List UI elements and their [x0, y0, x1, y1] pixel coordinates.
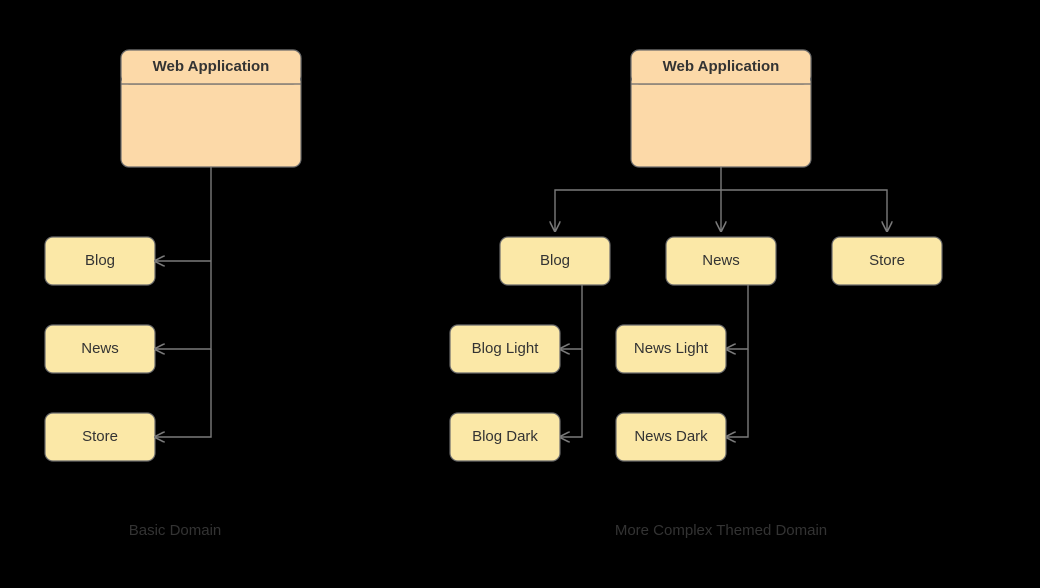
connector-blog-dark	[560, 349, 582, 437]
parent-box-right: Web Application	[631, 50, 811, 167]
child-box-blog-left: Blog	[45, 237, 155, 285]
caption-left: Basic Domain	[129, 522, 222, 539]
connector-blog-light	[560, 285, 582, 349]
grandchild-box-blog-light: Blog Light	[450, 325, 560, 373]
connector-left-store	[155, 349, 211, 437]
child-box-store-left: Store	[45, 413, 155, 461]
grandchild-label-news-dark: News Dark	[634, 428, 708, 445]
child-label-blog-right: Blog	[540, 252, 570, 269]
diagram-complex: Web Application Blog News Store Blog Lig…	[450, 50, 942, 539]
caption-right: More Complex Themed Domain	[615, 522, 827, 539]
child-label-store-left: Store	[82, 428, 118, 445]
grandchild-box-news-light: News Light	[616, 325, 726, 373]
child-box-store-right: Store	[832, 237, 942, 285]
parent-box-left: Web Application	[121, 50, 301, 167]
grandchild-box-news-dark: News Dark	[616, 413, 726, 461]
connector-news-light	[726, 285, 748, 349]
child-label-store-right: Store	[869, 252, 905, 269]
connector-news-dark	[726, 349, 748, 437]
parent-title-left: Web Application	[153, 58, 270, 75]
grandchild-label-news-light: News Light	[634, 340, 709, 357]
connector-to-blog	[555, 190, 721, 231]
connector-to-store	[721, 190, 887, 231]
connector-left-news	[155, 261, 211, 349]
parent-title-right: Web Application	[663, 58, 780, 75]
grandchild-box-blog-dark: Blog Dark	[450, 413, 560, 461]
child-box-news-right: News	[666, 237, 776, 285]
diagram-basic: Web Application Blog News Store Basic Do…	[45, 50, 301, 539]
child-label-news-right: News	[702, 252, 740, 269]
child-box-news-left: News	[45, 325, 155, 373]
grandchild-label-blog-dark: Blog Dark	[472, 428, 538, 445]
child-box-blog-right: Blog	[500, 237, 610, 285]
grandchild-label-blog-light: Blog Light	[472, 340, 540, 357]
child-label-news-left: News	[81, 340, 119, 357]
child-label-blog-left: Blog	[85, 252, 115, 269]
